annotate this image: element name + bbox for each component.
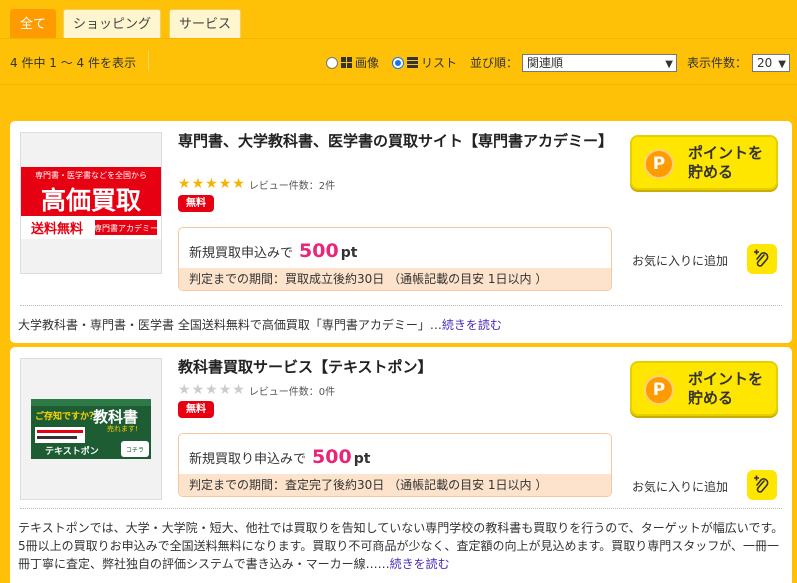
item-title[interactable]: 専門書、大学教科書、医学書の買取サイト【専門書アカデミー】 bbox=[178, 130, 623, 152]
point-prefix: 新規買取申込みで bbox=[189, 246, 294, 261]
item-description: 大学教科書・専門書・医学書 全国送料無料で高価買取「専門書アカデミー」…続きを読… bbox=[18, 318, 502, 332]
favorite-button[interactable] bbox=[747, 244, 777, 274]
sort-label: 並び順： bbox=[470, 56, 519, 70]
review-count[interactable]: レビュー件数：0件 bbox=[249, 383, 335, 398]
item-description: テキストポンでは、大学・大学院・短大、他社では買取りを告知していない専門学校の教… bbox=[18, 521, 784, 571]
svg-text:専門書アカデミー: 専門書アカデミー bbox=[94, 223, 158, 233]
point-p-icon: P bbox=[644, 375, 674, 405]
star-empty-icon: ★ bbox=[178, 382, 191, 398]
list-item: ご存知ですか？ 教科書 売れます! テキストポン コチラ 教科書買取サービス【テ… bbox=[10, 347, 792, 583]
svg-text:教科書: 教科書 bbox=[92, 408, 138, 426]
star-empty-icon: ★ bbox=[205, 382, 218, 398]
star-empty-icon: ★ bbox=[191, 382, 205, 398]
svg-text:ご存知ですか？: ご存知ですか？ bbox=[35, 410, 98, 422]
view-list-radio[interactable] bbox=[392, 56, 404, 69]
grid-view-icon bbox=[341, 57, 352, 68]
svg-text:専門書・医学書などを全国から: 専門書・医学書などを全国から bbox=[35, 170, 147, 180]
result-toolbar: 4 件中 1 ～ 4 件を表示 画像 リスト 並び順： 関連順 ▼ 表示件数： … bbox=[0, 39, 797, 84]
favorite-button[interactable] bbox=[747, 470, 777, 500]
tab-service[interactable]: サービス bbox=[169, 9, 241, 39]
list-view-icon bbox=[407, 57, 418, 68]
review-count[interactable]: レビュー件数：2件 bbox=[249, 177, 335, 192]
read-more-link[interactable]: 続きを読む bbox=[442, 318, 502, 332]
svg-text:高価買取: 高価買取 bbox=[41, 186, 141, 215]
item-title[interactable]: 教科書買取サービス【テキストポン】 bbox=[178, 356, 623, 378]
per-page-label: 表示件数： bbox=[687, 56, 748, 70]
toolbar-divider bbox=[0, 84, 797, 85]
point-p-icon: P bbox=[644, 149, 674, 179]
free-badge: 無料 bbox=[178, 401, 214, 418]
item-thumbnail[interactable]: ご存知ですか？ 教科書 売れます! テキストポン コチラ bbox=[20, 358, 162, 500]
favorite-label[interactable]: お気に入りに追加 bbox=[632, 478, 728, 495]
free-badge: 無料 bbox=[178, 195, 214, 212]
judgement-period: 判定までの期間：査定完了後約30日 （通帳記載の目安 1日以内 ） bbox=[179, 474, 611, 496]
point-value: 500 bbox=[312, 446, 352, 468]
paperclip-plus-icon bbox=[754, 249, 769, 267]
chevron-down-icon: ▼ bbox=[665, 59, 673, 70]
earn-points-button[interactable]: P ポイントを 貯める bbox=[630, 361, 778, 416]
point-info: 新規買取申込みで 500 pt 判定までの期間：買取成立後約30日 （通帳記載の… bbox=[178, 227, 612, 291]
per-page-value: 20 bbox=[757, 56, 773, 70]
earn-points-label: ポイントを 貯める bbox=[688, 370, 764, 407]
list-item: 専門書・医学書などを全国から 高価買取 送料無料 専門書アカデミー 専門書、大学… bbox=[10, 121, 792, 343]
chevron-down-icon: ▼ bbox=[778, 59, 786, 70]
svg-text:売れます!: 売れます! bbox=[107, 424, 138, 433]
earn-points-label: ポイントを 貯める bbox=[688, 144, 764, 181]
star-filled-icon: ★ bbox=[178, 176, 191, 192]
star-filled-icon: ★ bbox=[205, 176, 218, 192]
result-count: 4 件中 1 ～ 4 件を表示 bbox=[10, 56, 136, 70]
view-list-label: リスト bbox=[421, 56, 458, 70]
view-image-label: 画像 bbox=[355, 56, 380, 70]
svg-text:送料無料: 送料無料 bbox=[30, 221, 83, 237]
favorite-label[interactable]: お気に入りに追加 bbox=[632, 252, 728, 269]
sort-value: 関連順 bbox=[527, 56, 564, 70]
judgement-period: 判定までの期間：買取成立後約30日 （通帳記載の目安 1日以内 ） bbox=[179, 268, 611, 290]
star-empty-icon: ★ bbox=[218, 382, 232, 398]
rating-stars: ★ ★ ★ ★ ★ レビュー件数：2件 bbox=[178, 176, 335, 192]
view-list-option[interactable]: リスト bbox=[392, 54, 457, 71]
point-prefix: 新規買取り申込みで bbox=[189, 452, 307, 467]
point-unit: pt bbox=[340, 245, 358, 261]
card-divider bbox=[20, 305, 782, 306]
card-divider bbox=[20, 508, 782, 509]
sort-select[interactable]: 関連順 ▼ bbox=[522, 54, 677, 72]
star-filled-icon: ★ bbox=[232, 176, 245, 192]
per-page-select[interactable]: 20 ▼ bbox=[752, 54, 790, 72]
tab-shopping[interactable]: ショッピング bbox=[63, 9, 161, 39]
toolbar-separator bbox=[148, 51, 149, 71]
senmonsho-academy-banner: 専門書・医学書などを全国から 高価買取 送料無料 専門書アカデミー bbox=[21, 133, 161, 273]
star-filled-icon: ★ bbox=[191, 176, 205, 192]
view-image-radio[interactable] bbox=[326, 56, 338, 69]
read-more-link[interactable]: 続きを読む bbox=[390, 557, 450, 571]
view-image-option[interactable]: 画像 bbox=[326, 54, 379, 71]
star-filled-icon: ★ bbox=[218, 176, 232, 192]
point-unit: pt bbox=[353, 451, 371, 467]
svg-text:テキストポン: テキストポン bbox=[45, 445, 99, 457]
item-thumbnail[interactable]: 専門書・医学書などを全国から 高価買取 送料無料 専門書アカデミー bbox=[20, 132, 162, 274]
rating-stars: ★ ★ ★ ★ ★ レビュー件数：0件 bbox=[178, 382, 335, 398]
svg-text:コチラ: コチラ bbox=[126, 447, 144, 454]
textpon-banner: ご存知ですか？ 教科書 売れます! テキストポン コチラ bbox=[21, 359, 161, 499]
point-value: 500 bbox=[299, 240, 339, 262]
star-empty-icon: ★ bbox=[232, 382, 245, 398]
earn-points-button[interactable]: P ポイントを 貯める bbox=[630, 135, 778, 190]
point-info: 新規買取り申込みで 500 pt 判定までの期間：査定完了後約30日 （通帳記載… bbox=[178, 433, 612, 497]
paperclip-plus-icon bbox=[754, 475, 769, 493]
tab-all[interactable]: 全て bbox=[10, 9, 56, 39]
